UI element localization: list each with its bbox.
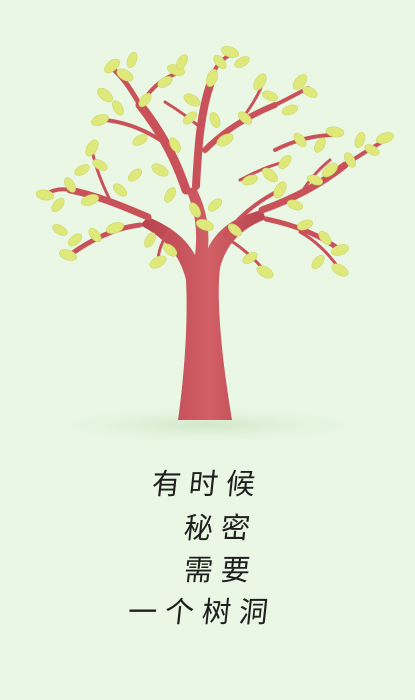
poem-text-block: 有时候 秘密 需要 一个树洞 <box>0 458 415 648</box>
wallpaper-scene: 有时候 秘密 需要 一个树洞 <box>0 0 415 700</box>
tree-illustration <box>17 46 397 447</box>
poem-line-1: 有时候 <box>150 467 265 501</box>
poem-line-4: 一个树洞 <box>126 595 278 629</box>
poem-line-2: 秘密 <box>182 511 260 545</box>
poem-line-3: 需要 <box>182 553 260 587</box>
